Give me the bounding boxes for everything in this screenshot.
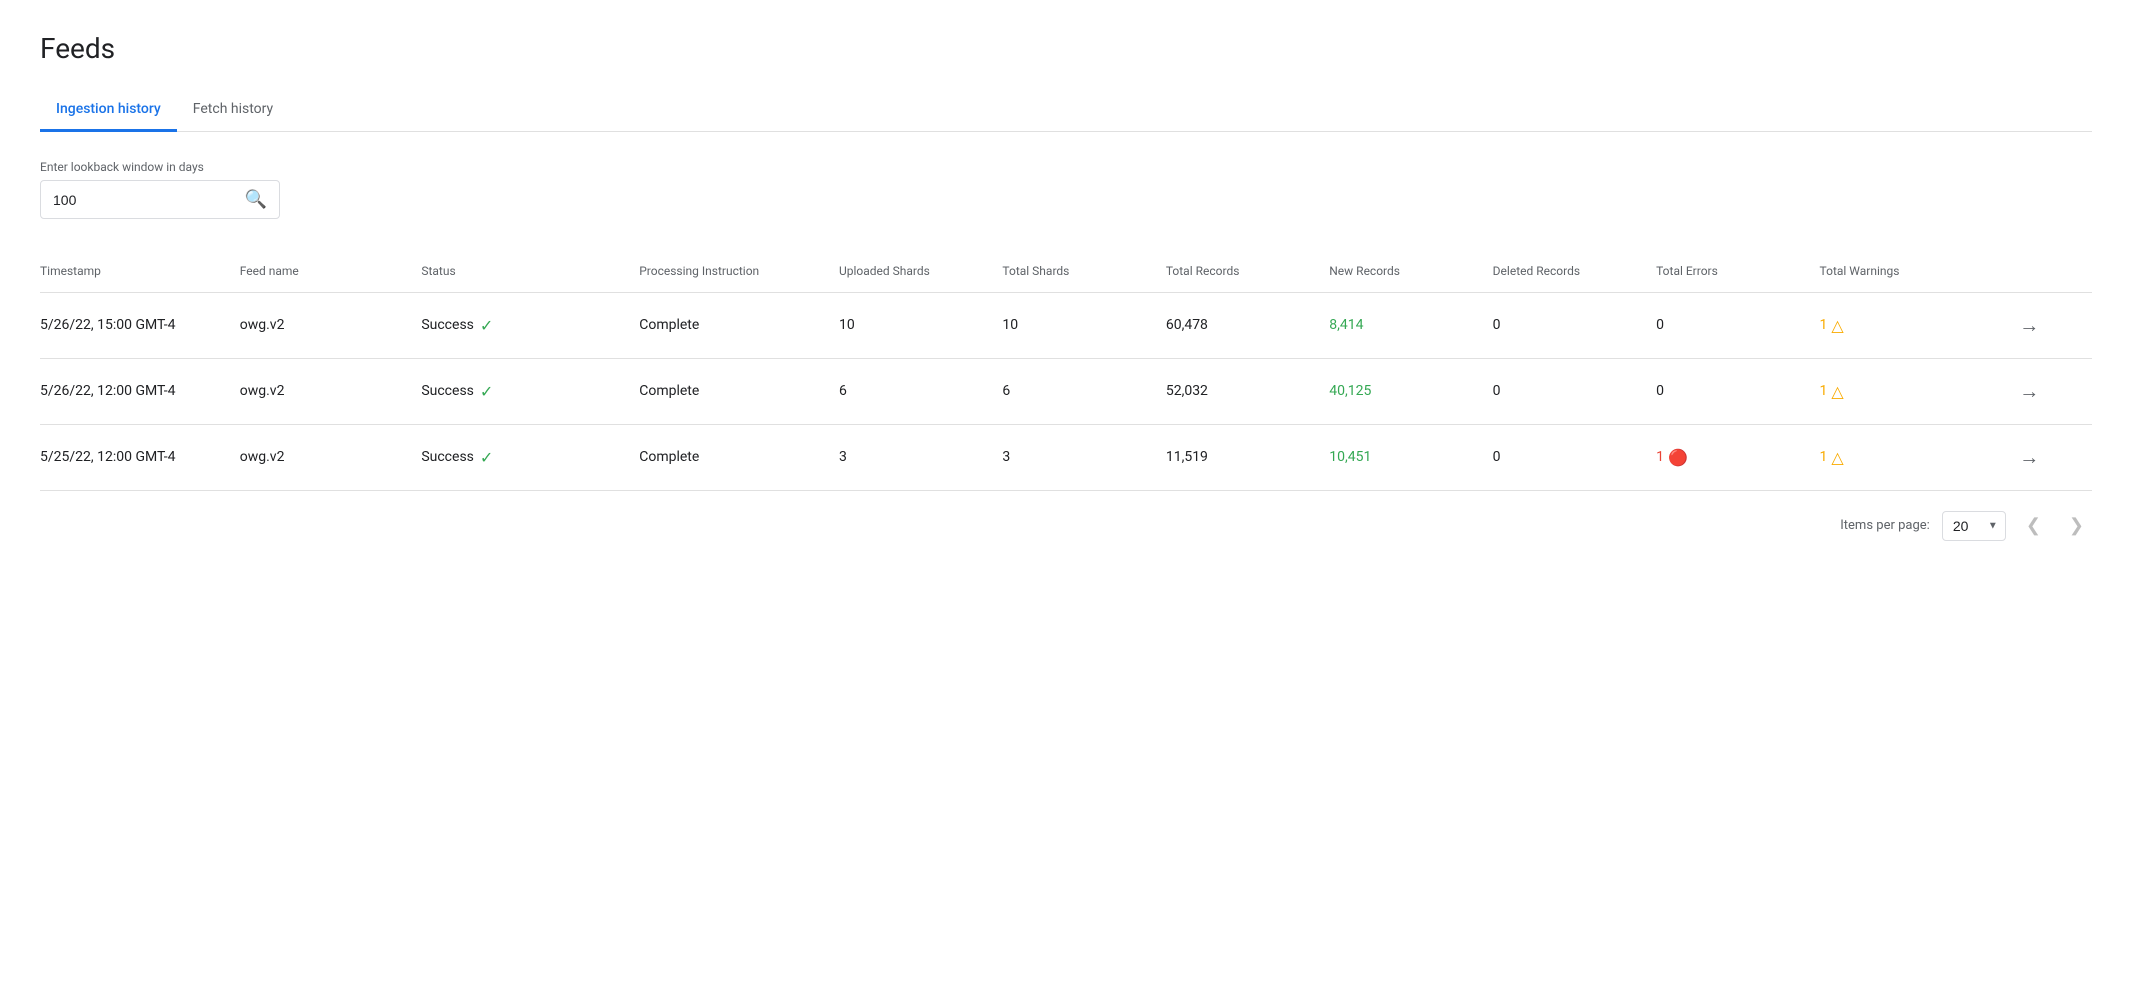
cell-action[interactable]: → bbox=[2019, 358, 2092, 424]
cell-status: Success ✓ bbox=[421, 292, 639, 358]
row-navigate-button[interactable]: → bbox=[2019, 313, 2039, 337]
warning-icon: △ bbox=[1831, 382, 1843, 401]
cell-total-warnings: 1 △ bbox=[1820, 292, 2020, 358]
cell-processing-instruction: Complete bbox=[639, 292, 839, 358]
tab-ingestion-history[interactable]: Ingestion history bbox=[40, 89, 177, 132]
cell-timestamp: 5/25/22, 12:00 GMT-4 bbox=[40, 424, 240, 490]
col-header-processing-instruction: Processing Instruction bbox=[639, 251, 839, 292]
col-header-total-shards: Total Shards bbox=[1002, 251, 1165, 292]
cell-deleted-records: 0 bbox=[1493, 358, 1656, 424]
cell-feedname: owg.v2 bbox=[240, 292, 422, 358]
cell-deleted-records: 0 bbox=[1493, 424, 1656, 490]
pagination-bar: Items per page: 10 20 50 100 ❮ ❯ bbox=[40, 491, 2092, 561]
prev-page-button[interactable]: ❮ bbox=[2018, 511, 2049, 540]
table-row: 5/25/22, 12:00 GMT-4owg.v2Success ✓Compl… bbox=[40, 424, 2092, 490]
row-navigate-button[interactable]: → bbox=[2019, 379, 2039, 403]
cell-total-warnings: 1 △ bbox=[1820, 424, 2020, 490]
tab-fetch-history[interactable]: Fetch history bbox=[177, 89, 289, 132]
search-icon[interactable]: 🔍 bbox=[245, 189, 267, 210]
cell-total-records: 11,519 bbox=[1166, 424, 1329, 490]
error-count: 1 bbox=[1656, 449, 1664, 465]
col-header-feedname: Feed name bbox=[240, 251, 422, 292]
warning-count: 1 bbox=[1820, 383, 1828, 399]
cell-new-records: 40,125 bbox=[1329, 358, 1492, 424]
cell-total-errors: 0 bbox=[1656, 358, 1819, 424]
col-header-status: Status bbox=[421, 251, 639, 292]
cell-total-records: 52,032 bbox=[1166, 358, 1329, 424]
cell-total-shards: 10 bbox=[1002, 292, 1165, 358]
cell-timestamp: 5/26/22, 15:00 GMT-4 bbox=[40, 292, 240, 358]
page-container: Feeds Ingestion history Fetch history En… bbox=[0, 0, 2132, 593]
col-header-action bbox=[2019, 251, 2092, 292]
cell-timestamp: 5/26/22, 12:00 GMT-4 bbox=[40, 358, 240, 424]
cell-action[interactable]: → bbox=[2019, 424, 2092, 490]
table-body: 5/26/22, 15:00 GMT-4owg.v2Success ✓Compl… bbox=[40, 292, 2092, 490]
col-header-uploaded-shards: Uploaded Shards bbox=[839, 251, 1002, 292]
row-navigate-button[interactable]: → bbox=[2019, 445, 2039, 469]
search-label: Enter lookback window in days bbox=[40, 160, 2092, 174]
col-header-deleted-records: Deleted Records bbox=[1493, 251, 1656, 292]
status-text: Success bbox=[421, 383, 474, 399]
cell-deleted-records: 0 bbox=[1493, 292, 1656, 358]
cell-total-shards: 3 bbox=[1002, 424, 1165, 490]
status-text: Success bbox=[421, 449, 474, 465]
cell-new-records: 8,414 bbox=[1329, 292, 1492, 358]
items-per-page-label: Items per page: bbox=[1840, 518, 1930, 533]
col-header-total-warnings: Total Warnings bbox=[1820, 251, 2020, 292]
search-input[interactable] bbox=[53, 192, 245, 208]
search-section: Enter lookback window in days 🔍 bbox=[40, 160, 2092, 219]
warning-icon: △ bbox=[1831, 316, 1843, 335]
cell-status: Success ✓ bbox=[421, 358, 639, 424]
checkmark-icon: ✓ bbox=[480, 448, 493, 467]
status-text: Success bbox=[421, 317, 474, 333]
warning-icon: △ bbox=[1831, 448, 1843, 467]
cell-total-errors: 0 bbox=[1656, 292, 1819, 358]
cell-processing-instruction: Complete bbox=[639, 358, 839, 424]
cell-total-records: 60,478 bbox=[1166, 292, 1329, 358]
page-title: Feeds bbox=[40, 32, 2092, 65]
checkmark-icon: ✓ bbox=[480, 382, 493, 401]
search-box: 🔍 bbox=[40, 180, 280, 219]
ingestion-table: Timestamp Feed name Status Processing In… bbox=[40, 251, 2092, 491]
cell-total-shards: 6 bbox=[1002, 358, 1165, 424]
col-header-total-errors: Total Errors bbox=[1656, 251, 1819, 292]
next-page-button[interactable]: ❯ bbox=[2061, 511, 2092, 540]
cell-total-warnings: 1 △ bbox=[1820, 358, 2020, 424]
items-per-page-wrapper: 10 20 50 100 bbox=[1942, 511, 2006, 541]
table-row: 5/26/22, 15:00 GMT-4owg.v2Success ✓Compl… bbox=[40, 292, 2092, 358]
checkmark-icon: ✓ bbox=[480, 316, 493, 335]
cell-uploaded-shards: 10 bbox=[839, 292, 1002, 358]
items-per-page-select[interactable]: 10 20 50 100 bbox=[1942, 511, 2006, 541]
col-header-total-records: Total Records bbox=[1166, 251, 1329, 292]
cell-uploaded-shards: 3 bbox=[839, 424, 1002, 490]
warning-count: 1 bbox=[1820, 317, 1828, 333]
cell-status: Success ✓ bbox=[421, 424, 639, 490]
tab-bar: Ingestion history Fetch history bbox=[40, 89, 2092, 132]
cell-uploaded-shards: 6 bbox=[839, 358, 1002, 424]
cell-feedname: owg.v2 bbox=[240, 358, 422, 424]
cell-processing-instruction: Complete bbox=[639, 424, 839, 490]
warning-count: 1 bbox=[1820, 449, 1828, 465]
col-header-new-records: New Records bbox=[1329, 251, 1492, 292]
cell-action[interactable]: → bbox=[2019, 292, 2092, 358]
cell-total-errors: 1 🔴 bbox=[1656, 424, 1819, 490]
table-header-row: Timestamp Feed name Status Processing In… bbox=[40, 251, 2092, 292]
error-icon: 🔴 bbox=[1668, 448, 1688, 467]
cell-feedname: owg.v2 bbox=[240, 424, 422, 490]
table-row: 5/26/22, 12:00 GMT-4owg.v2Success ✓Compl… bbox=[40, 358, 2092, 424]
col-header-timestamp: Timestamp bbox=[40, 251, 240, 292]
cell-new-records: 10,451 bbox=[1329, 424, 1492, 490]
